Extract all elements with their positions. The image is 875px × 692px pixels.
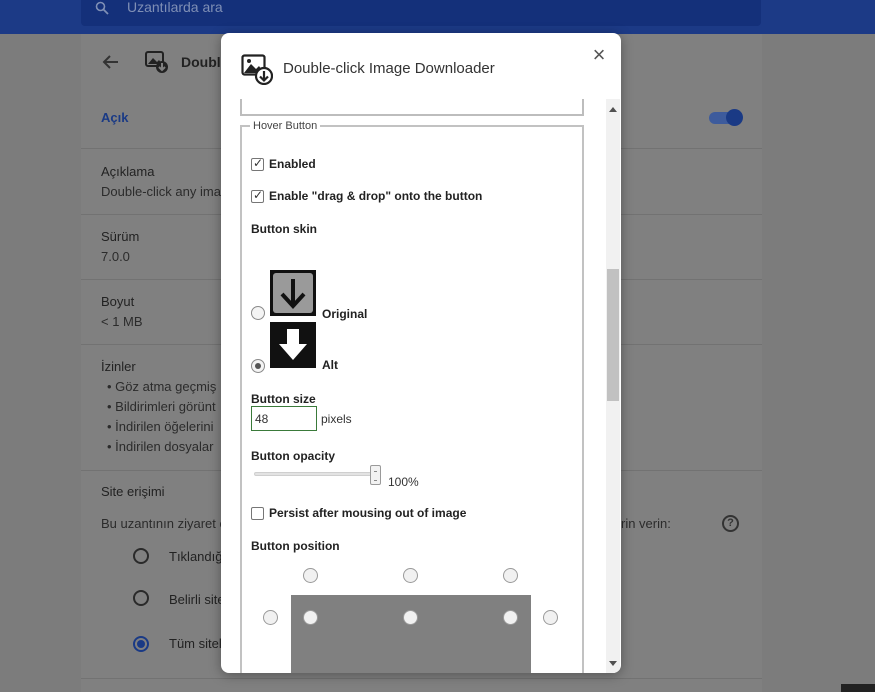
button-size-label: Button size (251, 392, 316, 406)
size-value: < 1 MB (101, 314, 143, 329)
permission-item: • İndirilen öğelerini (107, 419, 214, 434)
site-access-label: Site erişimi (101, 484, 165, 499)
size-label: Boyut (101, 294, 135, 309)
site-access-option: Tıklandığ (169, 549, 223, 564)
back-arrow-icon[interactable] (102, 53, 120, 71)
search-icon (95, 1, 109, 15)
button-size-input[interactable] (251, 406, 317, 431)
options-dialog: Double-click Image Downloader × Hover Bu… (221, 33, 621, 673)
skin-original-radio[interactable] (251, 306, 265, 320)
button-skin-label: Button skin (251, 222, 317, 236)
extension-icon (145, 51, 168, 73)
persist-label: Persist after mousing out of image (269, 506, 467, 520)
button-opacity-label: Button opacity (251, 449, 335, 463)
permission-item: • İndirilen dosyalar (107, 439, 214, 454)
position-radio[interactable] (503, 610, 518, 625)
position-radio[interactable] (403, 610, 418, 625)
drag-drop-label: Enable "drag & drop" onto the button (269, 189, 483, 203)
site-access-option: Tüm sitel (169, 636, 222, 651)
previous-section (240, 99, 584, 116)
corner-block (841, 684, 875, 692)
scrollbar-thumb[interactable] (607, 269, 619, 401)
button-position-label: Button position (251, 539, 340, 553)
version-label: Sürüm (101, 229, 140, 244)
site-access-text-end: rin verin: (621, 516, 671, 531)
dialog-scrollbar[interactable] (606, 99, 620, 673)
position-preview-image (291, 595, 531, 673)
search-bar[interactable]: Uzantılarda ara (81, 0, 761, 26)
divider (81, 678, 762, 679)
version-value: 7.0.0 (101, 249, 130, 264)
position-radio[interactable] (403, 568, 418, 583)
on-label: Açık (101, 110, 129, 125)
scroll-down-arrow-icon[interactable] (609, 661, 617, 666)
close-icon[interactable]: × (590, 44, 608, 66)
site-access-radio-2[interactable] (133, 636, 149, 652)
opacity-slider-thumb[interactable] (370, 465, 381, 485)
position-radio[interactable] (263, 610, 278, 625)
skin-alt-radio[interactable] (251, 359, 265, 373)
opacity-value: 100% (388, 475, 419, 489)
enabled-checkbox[interactable] (251, 156, 264, 171)
help-icon[interactable]: ? (722, 515, 739, 532)
site-access-text: Bu uzantının ziyaret e (101, 516, 227, 531)
image-download-icon (241, 54, 273, 85)
position-radio[interactable] (303, 568, 318, 583)
permissions-label: İzinler (101, 359, 136, 374)
persist-checkbox[interactable] (251, 507, 264, 520)
site-access-radio-1[interactable] (133, 590, 149, 606)
site-access-radio-0[interactable] (133, 548, 149, 564)
size-unit: pixels (321, 412, 352, 426)
fieldset-legend: Hover Button (250, 120, 321, 132)
search-placeholder: Uzantılarda ara (127, 0, 223, 15)
position-radio[interactable] (503, 568, 518, 583)
skin-original-label: Original (322, 307, 368, 321)
extension-toggle[interactable] (709, 109, 743, 126)
alt-skin-arrow-icon[interactable] (270, 322, 316, 368)
scroll-up-arrow-icon[interactable] (609, 107, 617, 112)
position-radio[interactable] (303, 610, 318, 625)
drag-drop-checkbox[interactable] (251, 188, 264, 203)
original-skin-arrow-icon[interactable] (270, 270, 316, 316)
permission-item: • Göz atma geçmiş (107, 379, 217, 394)
description-label: Açıklama (101, 164, 155, 179)
skin-alt-label: Alt (322, 358, 338, 372)
site-access-option: Belirli site (169, 592, 225, 607)
description-value: Double-click any ima (101, 184, 221, 199)
permission-item: • Bildirimleri görünt (107, 399, 216, 414)
dialog-content: Hover Button Enabled Enable "drag & drop… (221, 99, 621, 673)
position-radio[interactable] (543, 610, 558, 625)
opacity-slider-track[interactable] (254, 472, 376, 476)
enabled-label: Enabled (269, 157, 316, 171)
dialog-title: Double-click Image Downloader (283, 60, 495, 77)
